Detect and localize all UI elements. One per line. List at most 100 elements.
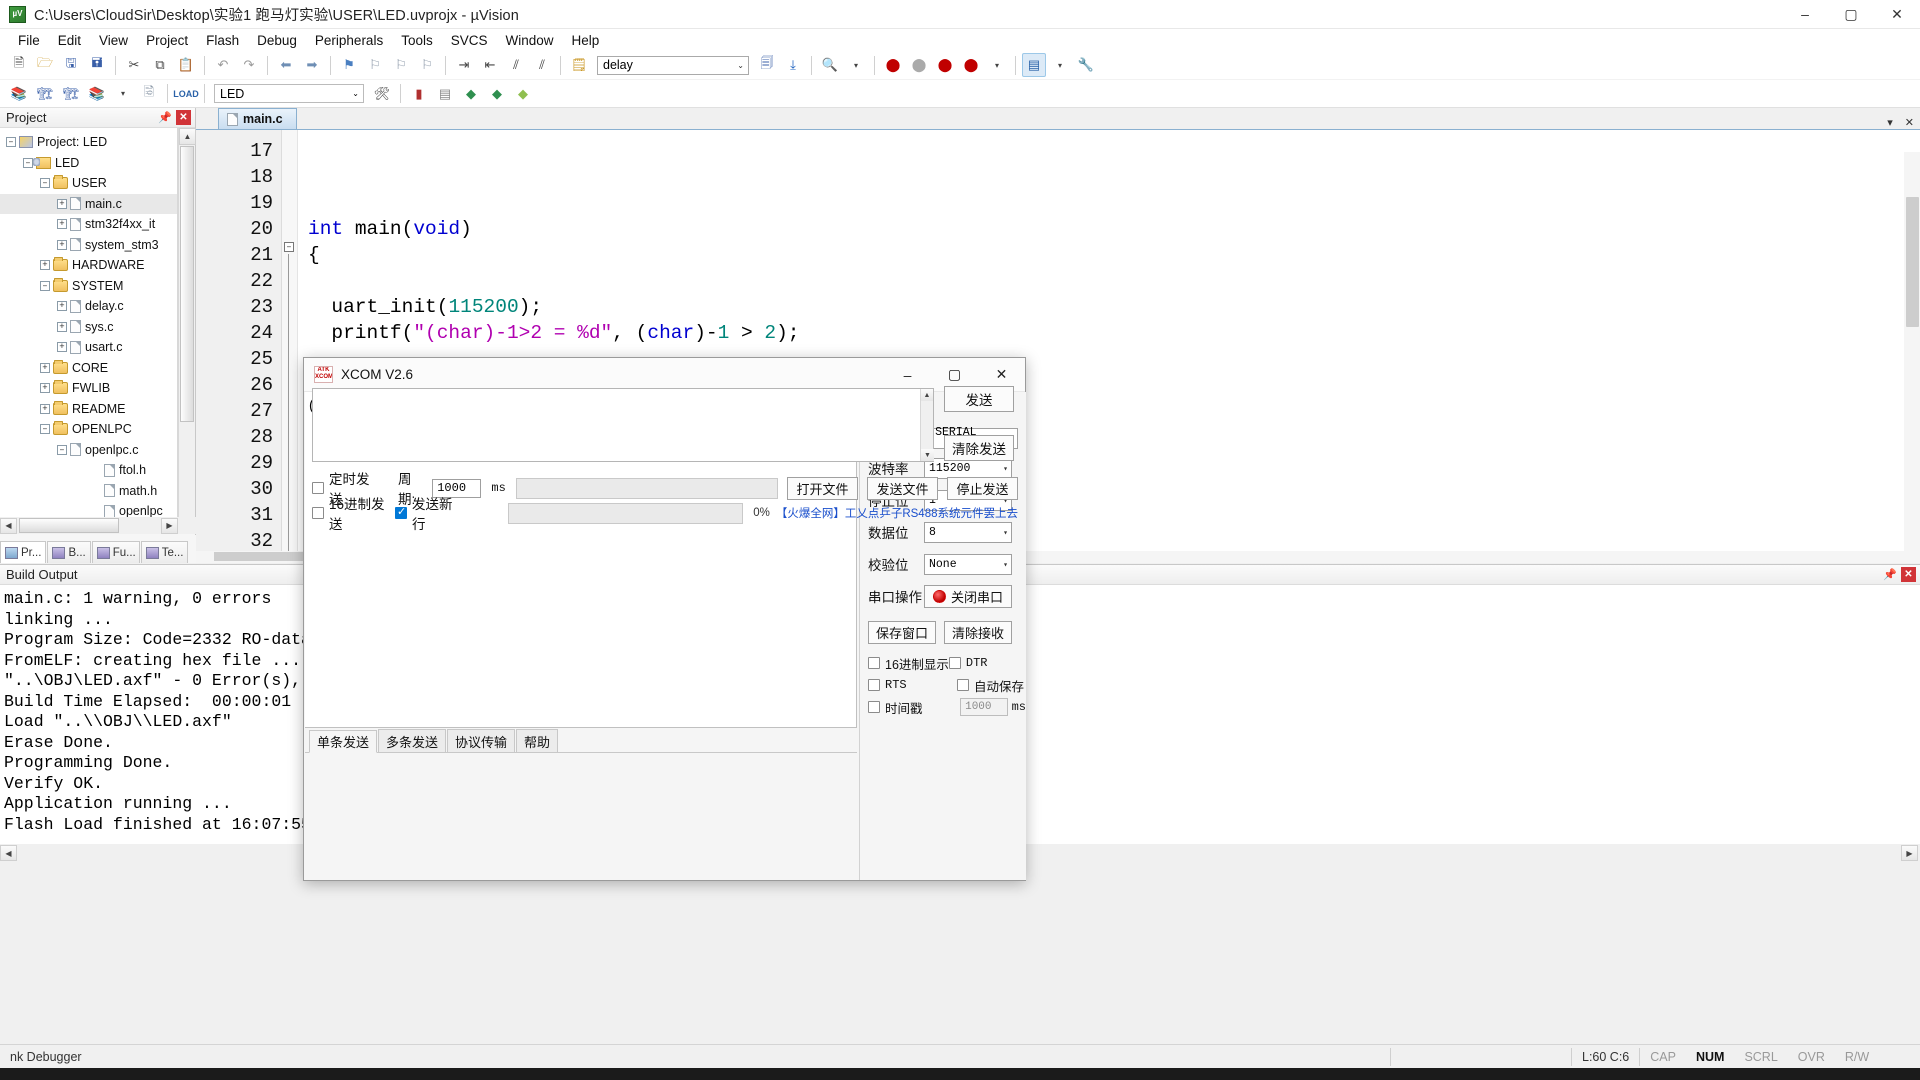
collapse-icon[interactable]: – (40, 178, 50, 188)
timestamp-checkbox[interactable] (868, 701, 880, 713)
close-icon[interactable]: ✕ (1901, 567, 1916, 582)
code-line[interactable]: int main(void) (298, 216, 1920, 242)
parity-select[interactable]: None ▾ (924, 554, 1012, 575)
expand-icon[interactable]: + (40, 260, 50, 270)
redo-icon[interactable]: ↷ (237, 53, 261, 77)
pack-installer2-icon[interactable]: ◆ (511, 82, 535, 106)
expand-icon[interactable]: + (40, 383, 50, 393)
stop-send-button[interactable]: 停止发送 (947, 477, 1018, 500)
save-all-icon[interactable]: 🖬 (85, 53, 109, 77)
xcom-send-input[interactable]: ▲ ▼ (312, 388, 934, 462)
new-file-icon[interactable]: 🗎 (7, 53, 31, 77)
cut-icon[interactable]: ✂ (122, 53, 146, 77)
tree-node[interactable]: –USER (0, 173, 177, 194)
tree-node[interactable]: +stm32f4xx_it (0, 214, 177, 235)
copy-icon[interactable]: ⧉ (148, 53, 172, 77)
breakpoint-kill-icon[interactable]: ⬤ (959, 53, 983, 77)
pin-icon[interactable]: 📌 (1882, 567, 1898, 583)
tree-node[interactable]: +FWLIB (0, 378, 177, 399)
project-panel-tabs[interactable]: Pr...B...Fu...Te... (0, 535, 196, 563)
editor-vscrollbar[interactable] (1904, 152, 1920, 563)
menu-window[interactable]: Window (496, 31, 562, 50)
tab-main-c[interactable]: main.c (218, 108, 297, 129)
pack-installer-icon[interactable]: ◆ (485, 82, 509, 106)
tree-node[interactable]: +README (0, 399, 177, 420)
back-icon[interactable]: ⬅ (274, 53, 298, 77)
minimize-button[interactable]: – (1782, 0, 1828, 29)
configure-icon[interactable]: 🔧 (1074, 53, 1098, 77)
code-line[interactable] (298, 164, 1920, 190)
save-icon[interactable]: 🖫 (59, 53, 83, 77)
scroll-left-icon[interactable]: ◀ (0, 845, 17, 861)
expand-icon[interactable]: + (40, 404, 50, 414)
newline-checkbox[interactable] (395, 507, 407, 519)
scroll-left-icon[interactable]: ◀ (0, 518, 17, 534)
rts-checkbox[interactable] (868, 679, 880, 691)
menu-flash[interactable]: Flash (197, 31, 248, 50)
clear-receive-button[interactable]: 清除接收 (944, 621, 1012, 644)
tree-node[interactable]: +delay.c (0, 296, 177, 317)
expand-icon[interactable]: + (57, 199, 67, 209)
indent-icon[interactable]: ⇥ (452, 53, 476, 77)
menu-view[interactable]: View (90, 31, 137, 50)
menu-file[interactable]: File (9, 31, 49, 50)
tree-node[interactable]: +sys.c (0, 317, 177, 338)
hscroll-thumb[interactable] (19, 518, 119, 533)
rebuild-icon[interactable]: 🏗 (59, 82, 83, 106)
tree-node[interactable]: –Project: LED (0, 132, 177, 153)
open-file-button[interactable]: 打开文件 (787, 477, 858, 500)
save-window-button[interactable]: 保存窗口 (868, 621, 936, 644)
send-tab[interactable]: 协议传输 (447, 729, 515, 752)
breakpoint-dropdown-icon[interactable]: ▾ (985, 53, 1009, 77)
fold-box[interactable]: – (284, 242, 294, 252)
collapse-icon[interactable]: – (6, 137, 16, 147)
close-button[interactable]: ✕ (1874, 0, 1920, 29)
menu-peripherals[interactable]: Peripherals (306, 31, 392, 50)
collapse-icon[interactable]: – (23, 158, 33, 168)
tree-node[interactable]: –openlpc.c (0, 440, 177, 461)
tree-node[interactable]: –LED (0, 153, 177, 174)
hex-send-checkbox[interactable] (312, 507, 324, 519)
target-combo[interactable]: LED ⌄ (214, 84, 364, 103)
bookmark-next-icon[interactable]: ⚐ (389, 53, 413, 77)
autosave-checkbox[interactable] (957, 679, 969, 691)
editor-collapse-icon[interactable]: ▾ (1887, 116, 1893, 129)
find-icon[interactable]: 🔍 (818, 53, 842, 77)
send-file-button[interactable]: 发送文件 (867, 477, 938, 500)
scroll-right-icon[interactable]: ▶ (161, 518, 178, 534)
breakpoint-disable-icon[interactable]: ⬤ (907, 53, 931, 77)
scroll-thumb[interactable] (180, 146, 194, 422)
scroll-up-icon[interactable]: ▲ (179, 128, 196, 145)
expand-icon[interactable]: + (57, 240, 67, 250)
code-line[interactable] (298, 268, 1920, 294)
pin-icon[interactable]: 📌 (157, 110, 173, 126)
xcom-send-tabs[interactable]: 单条发送多条发送协议传输帮助 (305, 729, 857, 753)
code-line[interactable] (298, 190, 1920, 216)
send-button[interactable]: 发送 (944, 386, 1014, 412)
editor-close-icon[interactable]: ✕ (1905, 116, 1914, 129)
build-icon[interactable]: 🏗 (33, 82, 57, 106)
tree-node[interactable]: +system_stm3 (0, 235, 177, 256)
expand-icon[interactable]: + (57, 322, 67, 332)
send-tab[interactable]: 帮助 (516, 729, 558, 752)
menu-debug[interactable]: Debug (248, 31, 306, 50)
outdent-icon[interactable]: ⇤ (478, 53, 502, 77)
tree-node[interactable]: –OPENLPC (0, 419, 177, 440)
clear-send-button[interactable]: 清除发送 (944, 435, 1014, 461)
send-tab[interactable]: 多条发送 (378, 729, 446, 752)
project-tree[interactable]: –Project: LED–LED–USER+main.c+stm32f4xx_… (0, 128, 178, 528)
batch-build-icon[interactable]: 📚 (85, 82, 109, 106)
maximize-button[interactable]: ▢ (1828, 0, 1874, 29)
project-tab[interactable]: Pr... (0, 541, 46, 563)
menu-tools[interactable]: Tools (392, 31, 442, 50)
send-tab[interactable]: 单条发送 (309, 730, 377, 753)
multi-project-icon[interactable]: ◆ (459, 82, 483, 106)
expand-icon[interactable]: + (57, 342, 67, 352)
batch-setup-icon[interactable]: 🗟 (137, 82, 161, 106)
download-icon[interactable]: ⤓ (781, 53, 805, 77)
dropdown-arrow-icon[interactable]: ▾ (844, 53, 868, 77)
uncomment-icon[interactable]: ⫽ (530, 53, 554, 77)
bookmark-toggle-icon[interactable]: ⚑ (337, 53, 361, 77)
code-line[interactable] (298, 138, 1920, 164)
project-tree-scrollbar[interactable]: ▲ (178, 128, 195, 528)
